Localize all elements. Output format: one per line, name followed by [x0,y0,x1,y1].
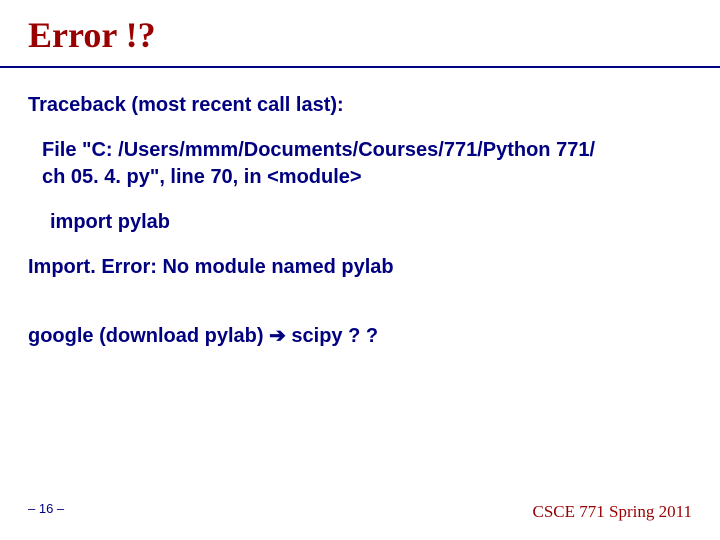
slide: Error !? Traceback (most recent call las… [0,0,720,540]
page-number: – 16 – [28,501,64,516]
traceback-header: Traceback (most recent call last): [28,92,688,119]
google-hint: google (download pylab) ➔ scipy ? ? [28,323,688,350]
slide-body: Traceback (most recent call last): File … [28,92,688,350]
course-label: CSCE 771 Spring 2011 [533,502,692,522]
google-suffix: scipy ? ? [286,325,378,347]
import-error: Import. Error: No module named pylab [28,254,688,281]
file-path-line-2: ch 05. 4. py", line 70, in <module> [42,164,688,191]
title-divider [0,66,720,68]
file-block: File "C: /Users/mmm/Documents/Courses/77… [42,137,688,191]
slide-title: Error !? [28,14,156,56]
arrow-right-icon: ➔ [269,325,286,347]
import-statement: import pylab [50,209,688,236]
file-path-line-1: File "C: /Users/mmm/Documents/Courses/77… [42,137,688,164]
google-prefix: google (download pylab) [28,325,269,347]
